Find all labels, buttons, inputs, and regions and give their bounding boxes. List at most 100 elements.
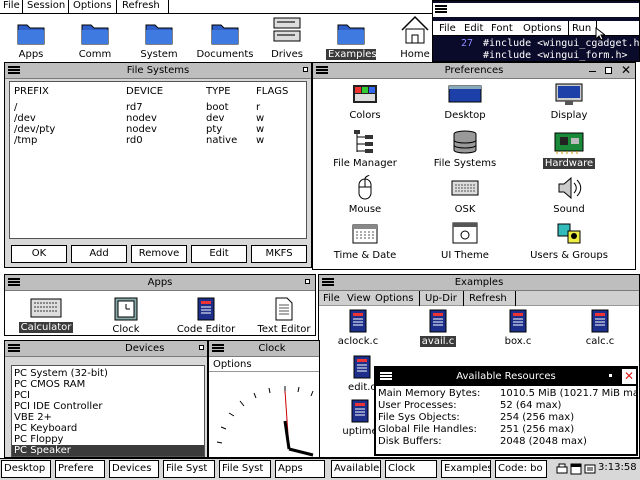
menu-refresh[interactable]: Refresh	[122, 0, 160, 11]
available-resources-window: Available Resources ✕ Main Memory Bytes:…	[374, 366, 638, 456]
folder-icon	[17, 24, 45, 45]
file-aclock[interactable]: aclock.c	[333, 309, 383, 349]
pref-display[interactable]: Display	[539, 83, 599, 125]
list-item[interactable]: PC Floppy	[14, 434, 63, 445]
pref-file-manager[interactable]: File Manager	[327, 129, 403, 171]
examples-menu-up-dir[interactable]: Up-Dir	[425, 293, 457, 304]
file-avail[interactable]: avail.c	[413, 309, 463, 349]
window-menu-icon[interactable]	[212, 344, 224, 353]
devices-list[interactable]: PC System (32-bit) PC CMOS RAM PCI PCI I…	[11, 365, 205, 457]
ok-button[interactable]: OK	[11, 245, 67, 263]
close-icon[interactable]: ✕	[621, 63, 631, 78]
code-line-1: #include <wingui_cgadget.h	[483, 38, 640, 49]
taskbar-item-clock[interactable]: Clock	[385, 460, 437, 478]
add-button[interactable]: Add	[71, 245, 127, 263]
code-file-icon	[353, 355, 371, 379]
printer-icon[interactable]	[556, 463, 568, 475]
clock-menu-options[interactable]: Options	[213, 359, 252, 370]
pref-hardware[interactable]: Hardware	[535, 129, 603, 171]
list-item[interactable]: VBE 2+	[14, 412, 52, 423]
list-item[interactable]: PC Keyboard	[14, 423, 77, 434]
examples-menu-view[interactable]: View	[347, 293, 371, 304]
taskbar-item-file-systems-2[interactable]: File Syst	[219, 460, 271, 478]
taskbar-item-preferences[interactable]: Prefere	[55, 460, 105, 478]
folder-documents[interactable]: Documents	[196, 19, 254, 60]
menu-session[interactable]: Session	[27, 0, 65, 11]
file-box[interactable]: box.c	[493, 309, 543, 349]
taskbar-item-code-editor[interactable]: Code: bo	[495, 460, 547, 478]
resource-row: User Processes: 52 (64 max)	[378, 400, 562, 411]
menu-options[interactable]: Options	[73, 0, 112, 11]
pref-mouse[interactable]: Mouse	[335, 174, 395, 217]
folder-system[interactable]: System	[140, 19, 178, 60]
database-icon	[453, 130, 477, 154]
mkfs-button[interactable]: MKFS	[251, 245, 307, 263]
taskbar-item-available[interactable]: Available	[331, 460, 381, 478]
code-file-icon	[429, 309, 447, 333]
editor-menu-file[interactable]: File	[439, 23, 456, 34]
pref-file-systems[interactable]: File Systems	[425, 129, 505, 171]
taskbar-item-examples[interactable]: Examples	[441, 460, 491, 478]
preferences-window: Preferences ✕ Colors Desktop Display Fil…	[312, 62, 636, 270]
pref-colors[interactable]: Colors	[335, 83, 395, 125]
close-icon[interactable]: ✕	[622, 369, 636, 384]
taskbar-item-devices[interactable]: Devices	[109, 460, 159, 478]
folder-apps[interactable]: Apps	[14, 19, 48, 60]
list-item[interactable]: PC CMOS RAM	[14, 379, 85, 390]
edit-button[interactable]: Edit	[191, 245, 247, 263]
list-item[interactable]: PCI	[14, 390, 30, 401]
pref-users-groups[interactable]: Users & Groups	[527, 221, 611, 263]
maximize-icon[interactable]	[605, 67, 612, 74]
window-icon[interactable]	[570, 463, 582, 475]
pref-ui-theme[interactable]: UI Theme	[435, 221, 495, 263]
monitor-icon	[555, 83, 583, 105]
window-menu-icon[interactable]	[435, 5, 447, 14]
fs-table: PREFIX DEVICE TYPE FLAGS / rd7 boot r /d…	[9, 81, 307, 239]
house-icon	[401, 15, 429, 44]
menu-file[interactable]: File	[3, 0, 20, 11]
window-title: Examples	[454, 277, 504, 288]
pref-desktop[interactable]: Desktop	[435, 83, 495, 125]
list-item-selected[interactable]: PC Speaker	[12, 445, 204, 456]
editor-menu-edit[interactable]: Edit	[464, 23, 483, 34]
taskbar-item-apps[interactable]: Apps	[275, 460, 325, 478]
devices-window: Devices PC System (32-bit) PC CMOS RAM P…	[4, 340, 208, 458]
examples-menu-options[interactable]: Options	[375, 293, 414, 304]
app-calculator[interactable]: Calculator	[15, 297, 77, 335]
editor-menu-options[interactable]: Options	[523, 23, 562, 34]
pref-time-date[interactable]: Time & Date	[329, 221, 401, 263]
window-restore-icon[interactable]	[199, 345, 204, 350]
clock-icon	[114, 297, 138, 321]
app-clock[interactable]: Clock	[101, 297, 151, 335]
pref-osk[interactable]: OSK	[435, 175, 495, 217]
window-restore-icon[interactable]	[305, 279, 310, 284]
remove-button[interactable]: Remove	[131, 245, 187, 263]
app-code-editor[interactable]: Code Editor	[171, 297, 241, 335]
editor-menu-font[interactable]: Font	[491, 23, 513, 34]
window-restore-icon[interactable]	[303, 67, 308, 72]
editor-text[interactable]: 27 #include <wingui_cgadget.h #include <…	[433, 37, 640, 61]
window-menu-icon[interactable]	[8, 344, 20, 353]
resource-row: Main Memory Bytes: 1010.5 MiB (1021.7 MiB…	[378, 388, 638, 399]
drives[interactable]: Drives	[270, 15, 304, 60]
editor-menu-run[interactable]: Run	[572, 23, 591, 34]
pref-sound[interactable]: Sound	[539, 175, 599, 217]
file-calc[interactable]: calc.c	[575, 309, 625, 349]
resource-row: File Sys Objects: 254 (256 max)	[378, 412, 575, 423]
users-icon	[557, 223, 581, 244]
app-text-editor[interactable]: Text Editor	[253, 297, 315, 335]
minimize-icon[interactable]	[589, 71, 596, 72]
folder-comm[interactable]: Comm	[78, 19, 112, 60]
home[interactable]: Home	[398, 15, 432, 60]
window-restore-icon[interactable]	[608, 373, 613, 378]
list-item[interactable]: PCI IDE Controller	[14, 401, 102, 412]
taskbar-item-file-systems[interactable]: File Syst	[163, 460, 215, 478]
examples-menu-file[interactable]: File	[323, 293, 340, 304]
network-icon[interactable]	[584, 463, 596, 475]
code-file-icon	[197, 297, 215, 321]
folder-examples[interactable]: Examples	[326, 19, 377, 60]
list-item[interactable]: PC System (32-bit)	[14, 368, 108, 379]
examples-menu-refresh[interactable]: Refresh	[469, 293, 507, 304]
taskbar-item-desktop[interactable]: Desktop	[1, 460, 51, 478]
clock-window: Clock Options	[208, 340, 320, 458]
